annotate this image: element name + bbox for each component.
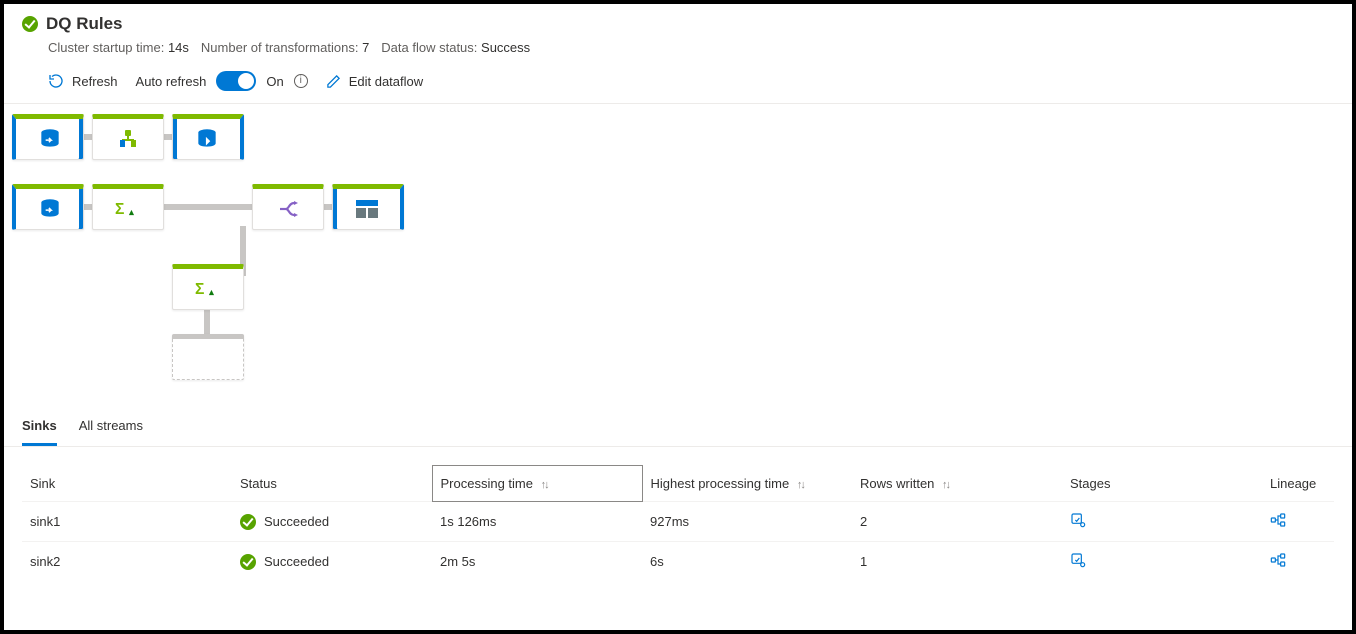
toolbar: Refresh Auto refresh On i Edit dataflow	[4, 61, 1352, 104]
sort-arrows-icon: ↑↓	[797, 479, 804, 491]
edit-dataflow-label: Edit dataflow	[349, 74, 423, 89]
status-text: Succeeded	[264, 514, 329, 529]
page-title: DQ Rules	[46, 14, 123, 34]
success-circle-icon	[22, 16, 38, 32]
sort-arrows-icon: ↑↓	[541, 479, 548, 491]
lineage-icon	[1270, 552, 1286, 568]
diagram-node-sink[interactable]	[172, 114, 244, 160]
connector	[162, 204, 262, 210]
cell-proc-time: 1s 126ms	[432, 502, 642, 542]
col-lineage[interactable]: Lineage	[1262, 466, 1334, 502]
page-title-row: DQ Rules	[22, 14, 1334, 34]
refresh-button[interactable]: Refresh	[48, 73, 118, 89]
cell-status: Succeeded	[240, 554, 424, 570]
diagram-node-source[interactable]	[12, 184, 84, 230]
transform-count-label: Number of transformations:	[201, 40, 359, 55]
diagram-node-split[interactable]	[252, 184, 324, 230]
aggregate-icon: Σ	[195, 276, 221, 302]
diagram-node-derived[interactable]	[92, 114, 164, 160]
col-rows-label: Rows written	[860, 476, 934, 491]
diagram-node-aggregate[interactable]: Σ	[172, 264, 244, 310]
cell-sink: sink2	[22, 542, 232, 582]
status-text: Succeeded	[264, 554, 329, 569]
col-processing-time[interactable]: Processing time ↑↓	[432, 466, 642, 502]
diagram-node-placeholder[interactable]	[172, 334, 244, 380]
sort-arrows-icon: ↑↓	[942, 479, 949, 491]
cluster-startup-label: Cluster startup time:	[48, 40, 164, 55]
col-highest-label: Highest processing time	[651, 476, 790, 491]
cell-highest: 6s	[642, 542, 852, 582]
cell-status: Succeeded	[240, 514, 424, 530]
col-status[interactable]: Status	[232, 466, 432, 502]
stages-link[interactable]	[1062, 502, 1262, 542]
lineage-link[interactable]	[1262, 502, 1334, 542]
tab-all-streams[interactable]: All streams	[79, 408, 143, 446]
cell-sink: sink1	[22, 502, 232, 542]
diagram-node-aggregate[interactable]: Σ	[92, 184, 164, 230]
cluster-startup-value: 14s	[168, 40, 189, 55]
database-source-icon	[37, 196, 63, 222]
cell-rows: 2	[852, 502, 1062, 542]
auto-refresh-state: On	[266, 74, 283, 89]
lineage-icon	[1270, 512, 1286, 528]
derived-column-icon	[115, 126, 141, 152]
dataflow-diagram[interactable]: Σ Σ	[4, 104, 1352, 404]
col-rows-written[interactable]: Rows written ↑↓	[852, 466, 1062, 502]
table-row[interactable]: sink2 Succeeded 2m 5s 6s 1	[22, 542, 1334, 582]
col-stages[interactable]: Stages	[1062, 466, 1262, 502]
auto-refresh-label: Auto refresh	[136, 74, 207, 89]
success-circle-icon	[240, 554, 256, 570]
lineage-link[interactable]	[1262, 542, 1334, 582]
table-sink-icon	[354, 196, 380, 222]
col-processing-time-label: Processing time	[441, 476, 533, 491]
results-tabs: Sinks All streams	[4, 408, 1352, 447]
refresh-icon	[48, 73, 64, 89]
database-sink-icon	[194, 126, 220, 152]
stages-icon	[1070, 512, 1086, 528]
cell-proc-time: 2m 5s	[432, 542, 642, 582]
col-sink[interactable]: Sink	[22, 466, 232, 502]
split-icon	[275, 196, 301, 222]
svg-text:Σ: Σ	[115, 201, 124, 218]
flow-status-value: Success	[481, 40, 530, 55]
success-circle-icon	[240, 514, 256, 530]
stages-icon	[1070, 552, 1086, 568]
transform-count-value: 7	[362, 40, 369, 55]
sinks-table: Sink Status Processing time ↑↓ Highest p…	[22, 465, 1334, 581]
diagram-node-source[interactable]	[12, 114, 84, 160]
auto-refresh-toggle[interactable]	[216, 71, 256, 91]
table-row[interactable]: sink1 Succeeded 1s 126ms 927ms 2	[22, 502, 1334, 542]
flow-status-label: Data flow status:	[381, 40, 477, 55]
col-highest-time[interactable]: Highest processing time ↑↓	[642, 466, 852, 502]
stages-link[interactable]	[1062, 542, 1262, 582]
tab-sinks[interactable]: Sinks	[22, 408, 57, 446]
refresh-label: Refresh	[72, 74, 118, 89]
header-meta: Cluster startup time: 14s Number of tran…	[48, 40, 1334, 55]
aggregate-icon: Σ	[115, 196, 141, 222]
svg-text:Σ: Σ	[195, 281, 204, 298]
edit-icon	[326, 74, 341, 89]
cell-rows: 1	[852, 542, 1062, 582]
database-source-icon	[37, 126, 63, 152]
cell-highest: 927ms	[642, 502, 852, 542]
info-icon[interactable]: i	[294, 74, 308, 88]
diagram-node-sink[interactable]	[332, 184, 404, 230]
edit-dataflow-button[interactable]: Edit dataflow	[326, 74, 423, 89]
